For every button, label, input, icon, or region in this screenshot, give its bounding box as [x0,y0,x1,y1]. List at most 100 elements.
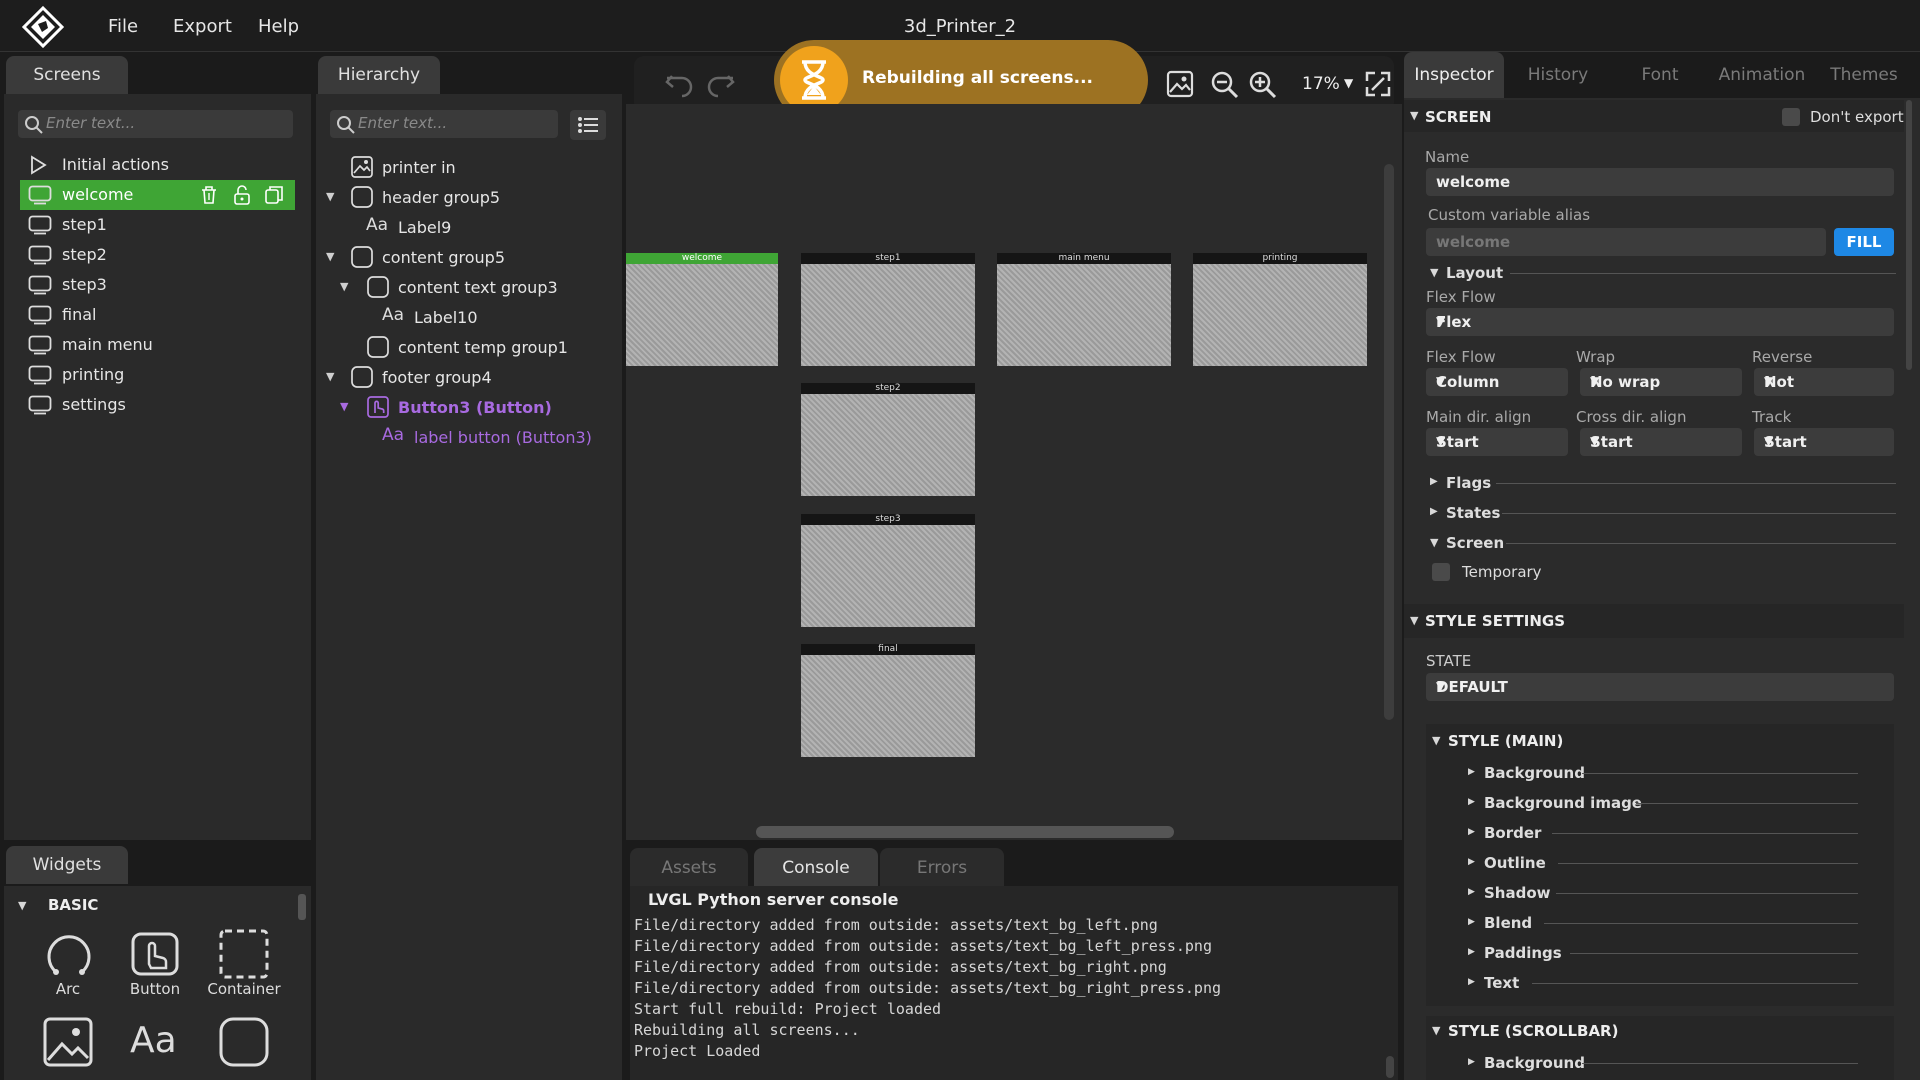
collapse-arrow-icon[interactable]: ▼ [326,250,334,263]
screen-item-step1[interactable]: step1 [20,210,295,240]
collapse-arrow-icon[interactable]: ▼ [18,899,26,912]
hierarchy-item[interactable]: content text group3 [364,272,610,302]
wrap-dropdown[interactable]: No wrap ▼ [1580,368,1742,396]
collapse-arrow-icon[interactable]: ▼ [326,370,334,383]
style-prop-shadow[interactable]: Shadow [1484,884,1551,902]
canvas-horizontal-scrollbar[interactable] [756,826,1174,838]
hierarchy-item[interactable]: content group5 [348,242,610,272]
hierarchy-item[interactable]: content temp group1 [364,332,610,362]
canvas-screen-title[interactable]: final [801,644,975,655]
canvas-vertical-scrollbar[interactable] [1384,164,1394,720]
canvas-screen-main-menu[interactable] [997,263,1171,366]
style-prop-background-image[interactable]: Background image [1484,794,1642,812]
widget-container[interactable]: Container [204,928,284,998]
image-widget-icon[interactable] [42,1016,94,1068]
tab-history[interactable]: History [1508,52,1608,98]
reverse-dropdown[interactable]: Not ▼ [1754,368,1894,396]
hierarchy-item[interactable]: footer group4 [348,362,610,392]
expand-arrow-icon[interactable]: ▶ [1430,506,1438,517]
screen-item-final[interactable]: final [20,300,295,330]
inspector-scrollbar[interactable] [1906,100,1912,370]
delete-icon[interactable] [200,185,218,209]
tab-console[interactable]: Console [754,848,878,888]
collapse-arrow-icon[interactable]: ▼ [1410,614,1418,627]
tab-hierarchy[interactable]: Hierarchy [318,56,440,94]
panel-widget-icon[interactable] [218,1016,270,1068]
hierarchy-item[interactable]: Aa Label9 [364,212,610,242]
alias-field[interactable]: welcome [1426,228,1826,256]
collapse-arrow-icon[interactable]: ▼ [340,400,348,413]
expand-arrow-icon[interactable]: ▶ [1468,917,1475,927]
expand-arrow-icon[interactable]: ▶ [1468,1057,1475,1067]
collapse-arrow-icon[interactable]: ▼ [1432,734,1440,747]
unlock-icon[interactable] [232,185,252,209]
dont-export-checkbox[interactable] [1782,108,1800,126]
canvas-screen-step2[interactable] [801,393,975,496]
widget-button[interactable]: Button [115,928,195,998]
flex-flow-dropdown[interactable]: Column ▼ [1426,368,1568,396]
zoom-dropdown-icon[interactable]: ▼ [1344,76,1353,90]
style-prop-border[interactable]: Border [1484,824,1541,842]
hierarchy-item[interactable]: Aa Label10 [380,302,610,332]
canvas-screen-title[interactable]: step3 [801,514,975,525]
canvas-screen-title[interactable]: printing [1193,253,1367,264]
fill-button[interactable]: FILL [1834,228,1894,256]
screen-head[interactable]: Screen [1446,534,1504,552]
canvas-screen-title[interactable]: step1 [801,253,975,264]
cross-align-dropdown[interactable]: Start ▼ [1580,428,1742,456]
screen-item-main-menu[interactable]: main menu [20,330,295,360]
canvas-screen-title[interactable]: main menu [997,253,1171,264]
style-prop-background[interactable]: Background [1484,764,1585,782]
name-field[interactable]: welcome [1426,168,1894,196]
expand-arrow-icon[interactable]: ▶ [1468,947,1475,957]
tab-screens[interactable]: Screens [6,56,128,94]
screen-item-welcome[interactable]: welcome [20,180,295,210]
zoom-in-icon[interactable] [1248,70,1278,100]
style-prop-background[interactable]: Background [1484,1054,1585,1072]
collapse-arrow-icon[interactable]: ▼ [326,190,334,203]
expand-arrow-icon[interactable]: ▶ [1468,857,1475,867]
hierarchy-item[interactable]: header group5 [348,182,610,212]
hierarchy-item[interactable]: Button3 (Button) [364,392,610,422]
widgets-scrollbar[interactable] [298,894,306,920]
style-prop-paddings[interactable]: Paddings [1484,944,1562,962]
style-prop-text[interactable]: Text [1484,974,1519,992]
temporary-checkbox[interactable] [1432,563,1450,581]
main-align-dropdown[interactable]: Start ▼ [1426,428,1568,456]
style-prop-blend[interactable]: Blend [1484,914,1532,932]
redo-icon[interactable] [704,70,736,100]
list-view-button[interactable] [570,110,606,140]
initial-actions-item[interactable]: Initial actions [20,150,295,180]
screen-item-settings[interactable]: settings [20,390,295,420]
fit-screen-icon[interactable] [1364,70,1392,98]
screens-search-input[interactable]: Enter text... [18,110,293,138]
tab-font[interactable]: Font [1610,52,1710,98]
canvas-screen-final[interactable] [801,654,975,757]
collapse-arrow-icon[interactable]: ▼ [1432,1024,1440,1037]
track-dropdown[interactable]: Start ▼ [1754,428,1894,456]
state-dropdown[interactable]: DEFAULT ▼ [1426,673,1894,701]
tab-themes[interactable]: Themes [1814,52,1914,98]
collapse-arrow-icon[interactable]: ▼ [1410,109,1418,122]
undo-icon[interactable] [664,70,696,100]
collapse-arrow-icon[interactable]: ▼ [1430,266,1438,279]
canvas-screen-title[interactable]: welcome [626,253,778,264]
screen-item-step2[interactable]: step2 [20,240,295,270]
canvas-screen-step1[interactable] [801,263,975,366]
style-prop-outline[interactable]: Outline [1484,854,1546,872]
console-scrollbar[interactable] [1386,1056,1394,1078]
tab-errors[interactable]: Errors [880,848,1004,888]
expand-arrow-icon[interactable]: ▶ [1468,887,1475,897]
expand-arrow-icon[interactable]: ▶ [1468,827,1475,837]
design-canvas[interactable] [626,104,1402,840]
canvas-screen-welcome[interactable] [626,263,778,366]
tab-inspector[interactable]: Inspector [1404,52,1504,98]
hierarchy-search-input[interactable]: Enter text... [330,110,558,138]
layout-type-dropdown[interactable]: Flex ▼ [1426,308,1894,336]
expand-arrow-icon[interactable]: ▶ [1468,977,1475,987]
canvas-screen-step3[interactable] [801,524,975,627]
hierarchy-item[interactable]: Aa label button (Button3) [380,422,610,452]
collapse-arrow-icon[interactable]: ▼ [1430,536,1438,549]
tab-assets[interactable]: Assets [630,848,748,888]
expand-arrow-icon[interactable]: ▶ [1430,476,1438,487]
